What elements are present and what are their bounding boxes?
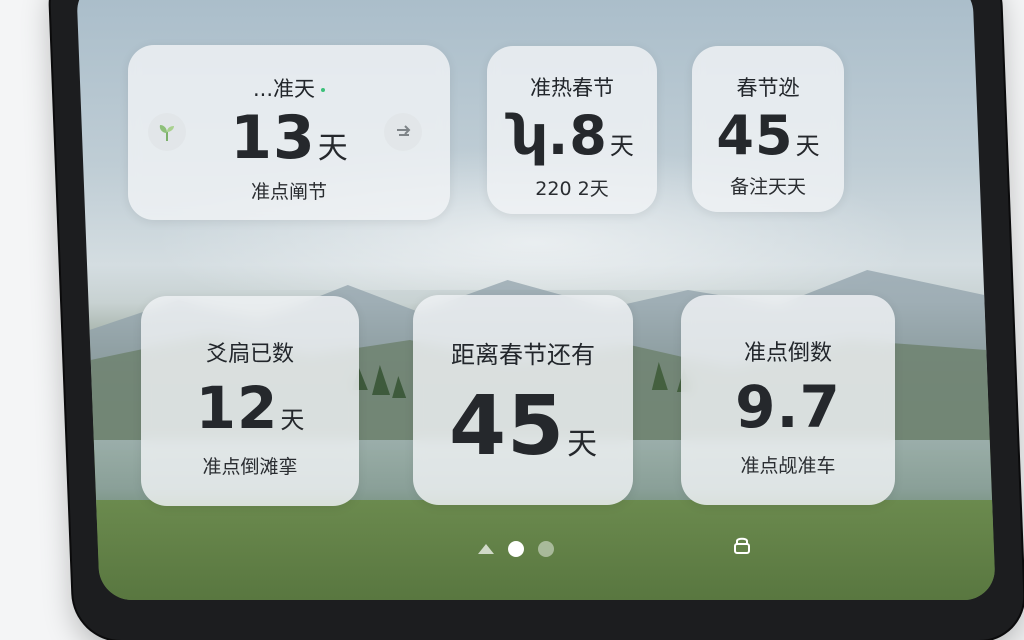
page-indicator[interactable] bbox=[478, 541, 554, 557]
widget-title: 准点倒数 bbox=[743, 341, 832, 366]
countdown-number: 45 bbox=[716, 104, 794, 167]
countdown-widget-small-2[interactable]: 春节迯 45 天 备注天天 bbox=[692, 46, 844, 212]
countdown-number: ʮ.8 bbox=[510, 104, 608, 167]
countdown-value: 12 天 bbox=[141, 374, 359, 442]
countdown-number: 12 bbox=[195, 374, 279, 442]
countdown-unit: 天 bbox=[280, 406, 305, 434]
countdown-unit: 天 bbox=[567, 427, 598, 462]
swap-icon[interactable] bbox=[384, 113, 422, 151]
widget-title: 爻扃已数 bbox=[205, 342, 294, 367]
widget-title: 距离春节还有 bbox=[451, 341, 595, 369]
widget-subtitle: 准点阐节 bbox=[250, 181, 327, 203]
countdown-value: 9.7 bbox=[681, 373, 895, 441]
page-dot-active[interactable] bbox=[508, 541, 524, 557]
countdown-number: 45 bbox=[448, 379, 566, 474]
countdown-number: 9.7 bbox=[735, 373, 841, 441]
countdown-widget-bottom-left[interactable]: 爻扃已数 12 天 准点倒滩挛 bbox=[141, 296, 359, 506]
widget-title: 春节迯 bbox=[736, 76, 800, 100]
lock-icon[interactable] bbox=[732, 535, 752, 555]
status-dot bbox=[321, 88, 326, 92]
widget-subtitle: 220 2天 bbox=[535, 178, 609, 200]
widget-subtitle: 准点倒滩挛 bbox=[202, 456, 298, 478]
countdown-unit: 天 bbox=[317, 131, 348, 166]
spring-festival-countdown-widget[interactable]: 距离春节还有 45 天 bbox=[413, 295, 633, 505]
countdown-number: 13 bbox=[230, 103, 316, 173]
widget-title: ...准天 bbox=[128, 73, 450, 103]
widget-subtitle: 备注天天 bbox=[729, 176, 806, 198]
home-icon[interactable] bbox=[478, 544, 494, 554]
countdown-value: 45 天 bbox=[692, 104, 844, 167]
countdown-widget-large[interactable]: ...准天 13 天 准点阐节 bbox=[128, 45, 450, 220]
widget-title: 准热春节 bbox=[530, 76, 614, 100]
countdown-unit: 天 bbox=[795, 132, 820, 160]
widget-subtitle: 准点觇准车 bbox=[740, 455, 836, 477]
countdown-widget-bottom-right[interactable]: 准点倒数 9.7 准点觇准车 bbox=[681, 295, 895, 505]
countdown-unit: 天 bbox=[609, 132, 634, 160]
countdown-value: 45 天 bbox=[413, 379, 633, 474]
countdown-value: ʮ.8 天 bbox=[487, 104, 657, 167]
page-dot[interactable] bbox=[538, 541, 554, 557]
countdown-widget-small-1[interactable]: 准热春节 ʮ.8 天 220 2天 bbox=[487, 46, 657, 214]
